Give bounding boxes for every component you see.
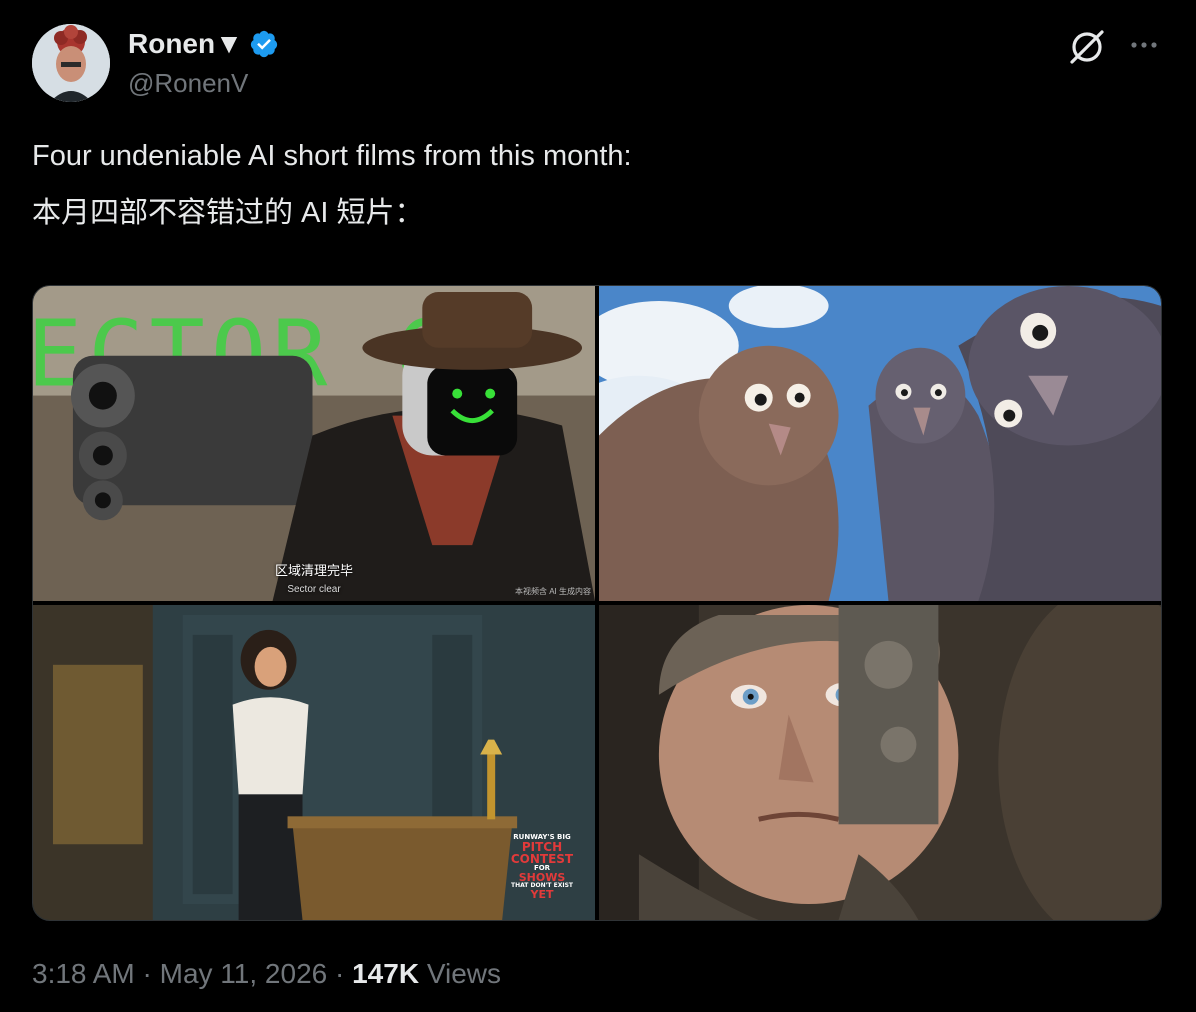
media-cyborg-old-man[interactable] xyxy=(599,605,1161,920)
media-pigeons[interactable] xyxy=(599,286,1161,601)
tweet-card: Ronen▼ @RonenV Four undeniable AI short … xyxy=(0,0,1196,1012)
subtitle-chinese: 区域清理完毕 xyxy=(274,563,353,578)
tweet-text: Four undeniable AI short films from this… xyxy=(32,138,1162,252)
display-name[interactable]: Ronen▼ xyxy=(128,28,243,60)
user-handle[interactable]: @RonenV xyxy=(128,68,248,99)
subtitle-english: Sector clear xyxy=(287,584,341,595)
name-row: Ronen▼ xyxy=(128,28,279,60)
pigeons-image xyxy=(599,286,1161,601)
tweet-text-line-chinese: 本月四部不容错过的 AI 短片： xyxy=(32,197,424,229)
more-options-icon[interactable] xyxy=(1126,30,1162,60)
pitch-contest-poster: RUNWAY'S BIG PITCH CONTEST FOR SHOWS THA… xyxy=(507,834,577,901)
separator: · xyxy=(142,958,152,989)
media-grid: ECTOR C 区域清理完毕 Sector clear 本视频含 AI 生成内容… xyxy=(32,285,1162,921)
media-pitch-contest[interactable]: RUNWAY'S BIG PITCH CONTEST FOR SHOWS THA… xyxy=(33,605,595,920)
tweet-time[interactable]: 3:18 AM xyxy=(32,958,135,989)
poster-line-7: YET xyxy=(530,888,554,901)
avatar[interactable] xyxy=(32,24,110,102)
verified-badge-icon xyxy=(249,29,279,59)
avatar-image xyxy=(32,24,110,102)
grok-icon[interactable] xyxy=(1066,26,1108,68)
ai-watermark: 本视频含 AI 生成内容 xyxy=(514,587,591,596)
cyborg-old-man-image xyxy=(599,605,1161,920)
tweet-date[interactable]: May 11, 2026 xyxy=(160,958,328,989)
views-label: Views xyxy=(426,958,502,989)
separator: · xyxy=(335,958,345,989)
media-cowboy-robot[interactable]: ECTOR C 区域清理完毕 Sector clear 本视频含 AI 生成内容 xyxy=(33,286,595,601)
cowboy-robot-image: ECTOR C xyxy=(33,286,595,601)
views-count: 147K xyxy=(352,958,420,989)
tweet-footer: 3:18 AM · May 11, 2026 · 147K Views xyxy=(32,958,501,990)
tweet-text-line-english: Four undeniable AI short films from this… xyxy=(32,140,632,172)
